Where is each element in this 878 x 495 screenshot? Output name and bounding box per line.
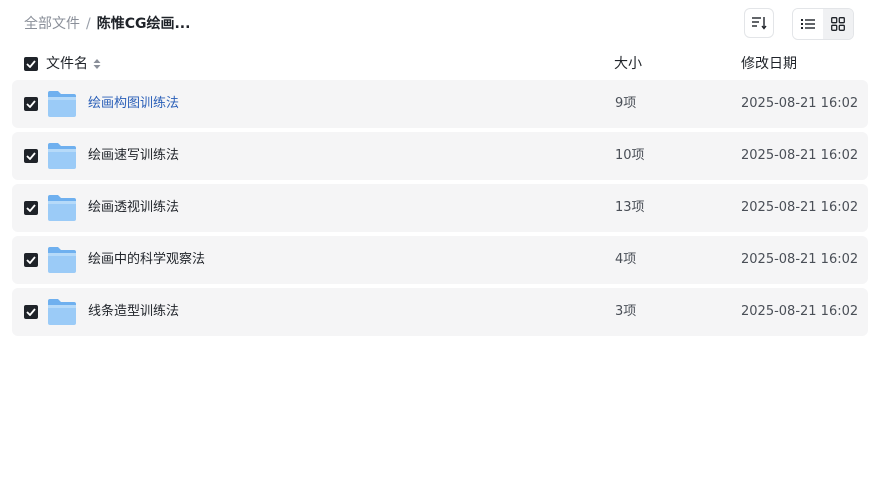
folder-icon xyxy=(48,299,76,325)
sort-toggle-icon xyxy=(93,59,101,69)
folder-icon xyxy=(48,91,76,117)
table-header: 文件名 大小 修改日期 xyxy=(0,52,878,76)
file-list: 绘画构图训练法 9项 2025-08-21 16:02 绘画速写训练法 10项 … xyxy=(12,80,868,340)
file-name-link[interactable]: 线条造型训练法 xyxy=(88,288,179,336)
row-checkbox[interactable] xyxy=(24,253,38,267)
sort-button[interactable] xyxy=(744,8,774,38)
top-bar: 全部文件 / 陈惟CG绘画... xyxy=(0,0,878,48)
file-name-link[interactable]: 绘画中的科学观察法 xyxy=(88,236,205,284)
file-name-link[interactable]: 绘画透视训练法 xyxy=(88,184,179,232)
modified-column-header[interactable]: 修改日期 xyxy=(741,52,797,76)
checkmark-icon xyxy=(26,60,36,68)
file-name-link[interactable]: 绘画构图训练法 xyxy=(88,80,179,128)
file-modified-date: 2025-08-21 16:02 xyxy=(741,148,859,163)
checkmark-icon xyxy=(26,308,36,316)
file-size: 9项 xyxy=(615,96,637,111)
select-all-checkbox[interactable] xyxy=(24,57,38,71)
sort-icon xyxy=(752,17,767,30)
list-view-button[interactable] xyxy=(793,9,823,39)
file-modified-date: 2025-08-21 16:02 xyxy=(741,304,859,319)
file-size: 4项 xyxy=(615,252,637,267)
table-row[interactable]: 绘画中的科学观察法 4项 2025-08-21 16:02 xyxy=(12,236,868,284)
table-row[interactable]: 绘画速写训练法 10项 2025-08-21 16:02 xyxy=(12,132,868,180)
row-checkbox[interactable] xyxy=(24,201,38,215)
table-row[interactable]: 绘画构图训练法 9项 2025-08-21 16:02 xyxy=(12,80,868,128)
breadcrumb-separator: / xyxy=(86,16,91,32)
file-modified-date: 2025-08-21 16:02 xyxy=(741,200,859,215)
view-toggle xyxy=(792,8,854,40)
checkmark-icon xyxy=(26,256,36,264)
file-name-link[interactable]: 绘画速写训练法 xyxy=(88,132,179,180)
folder-icon xyxy=(48,195,76,221)
checkmark-icon xyxy=(26,204,36,212)
table-row[interactable]: 线条造型训练法 3项 2025-08-21 16:02 xyxy=(12,288,868,336)
row-checkbox[interactable] xyxy=(24,149,38,163)
row-checkbox[interactable] xyxy=(24,97,38,111)
list-view-icon xyxy=(801,19,815,29)
file-size: 3项 xyxy=(615,304,637,319)
table-row[interactable]: 绘画透视训练法 13项 2025-08-21 16:02 xyxy=(12,184,868,232)
name-column-header[interactable]: 文件名 xyxy=(46,52,102,76)
checkmark-icon xyxy=(26,100,36,108)
breadcrumb-current: 陈惟CG绘画... xyxy=(96,16,191,32)
breadcrumb-root[interactable]: 全部文件 xyxy=(24,16,80,32)
row-checkbox[interactable] xyxy=(24,305,38,319)
folder-icon xyxy=(48,247,76,273)
file-size: 10项 xyxy=(615,148,645,163)
grid-view-button[interactable] xyxy=(823,9,853,39)
folder-icon xyxy=(48,143,76,169)
file-size: 13项 xyxy=(615,200,645,215)
checkmark-icon xyxy=(26,152,36,160)
file-modified-date: 2025-08-21 16:02 xyxy=(741,96,859,111)
name-header-label: 文件名 xyxy=(46,56,88,72)
file-modified-date: 2025-08-21 16:02 xyxy=(741,252,859,267)
size-column-header[interactable]: 大小 xyxy=(614,52,642,76)
grid-view-icon xyxy=(831,17,845,31)
breadcrumb: 全部文件 / 陈惟CG绘画... xyxy=(24,14,190,34)
